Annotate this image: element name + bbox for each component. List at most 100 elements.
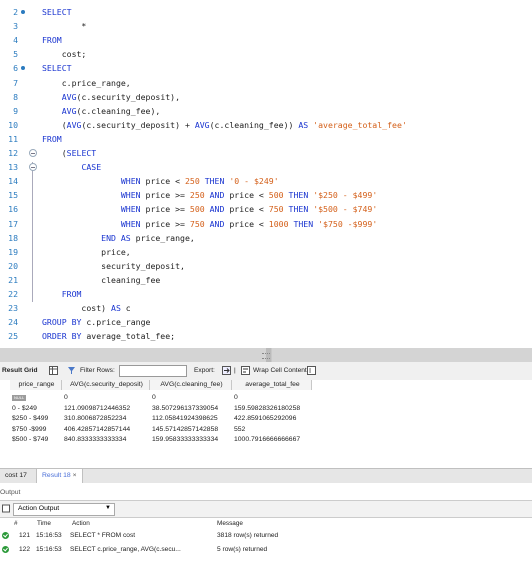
code-line[interactable]: 13 CASE: [0, 160, 532, 174]
row-selector[interactable]: [0, 425, 10, 435]
code-text: (AVG(c.security_deposit) + AVG(c.cleanin…: [42, 119, 407, 130]
line-number: 7: [13, 77, 18, 88]
svg-text:I: I: [309, 367, 311, 375]
table-cell[interactable]: 0 - $249: [10, 404, 62, 414]
sql-editor[interactable]: 2 SELECT 3 * 4 FROM 5 cost; 6 SELECT 7 c.price_r…: [0, 0, 532, 348]
table-row[interactable]: 0 - $249 121.09098712446352 38.50729613733…: [0, 404, 532, 414]
code-text: cost;: [42, 49, 87, 60]
code-line[interactable]: 10 (AVG(c.security_deposit) + AVG(c.clea…: [0, 118, 532, 132]
code-text: SELECT: [42, 7, 72, 17]
tab-label: cost 17: [5, 472, 27, 479]
table-cell[interactable]: 145.57142857142858: [150, 425, 232, 435]
code-line[interactable]: 12 (SELECT: [0, 146, 532, 160]
column-header[interactable]: AVG(c.cleaning_fee): [150, 380, 232, 390]
null-badge: NULL: [12, 395, 27, 401]
row-selector[interactable]: [0, 393, 10, 403]
table-cell[interactable]: 422.8591065292096: [232, 414, 312, 424]
code-line[interactable]: 5 cost;: [0, 47, 532, 61]
result-grid-label[interactable]: Result Grid: [2, 367, 38, 374]
table-cell[interactable]: 552: [232, 425, 312, 435]
code-line[interactable]: 7 c.price_range,: [0, 76, 532, 90]
table-cell[interactable]: 840.8333333333334: [62, 435, 150, 445]
output-row[interactable]: 121 15:16:53 SELECT * FROM cost 3818 row(s)…: [0, 530, 532, 543]
code-text: (SELECT: [42, 148, 97, 158]
table-cell[interactable]: 0: [150, 393, 232, 403]
table-cell[interactable]: 159.59828326180258: [232, 404, 312, 414]
table-cell[interactable]: 38.507296137339054: [150, 404, 232, 414]
wrap-toggle-icon[interactable]: I: [307, 366, 316, 375]
table-row[interactable]: $500 - $749 840.8333333333334 159.95833333…: [0, 435, 532, 445]
tab-label: Result 18: [42, 472, 71, 479]
code-line[interactable]: 25 ORDER BY average_total_fee;: [0, 329, 532, 343]
code-line[interactable]: 3 *: [0, 19, 532, 33]
row-selector[interactable]: [0, 404, 10, 414]
code-line[interactable]: 19 price,: [0, 245, 532, 259]
grid-icon[interactable]: [49, 366, 58, 375]
table-cell[interactable]: NULL: [10, 393, 62, 403]
wrap-cell-label: Wrap Cell Content:: [253, 367, 309, 374]
code-line[interactable]: 20 security_deposit,: [0, 259, 532, 273]
code-line[interactable]: 14 WHEN price < 250 THEN '0 - $249': [0, 174, 532, 188]
output-type-select[interactable]: Action Output ▼: [13, 503, 115, 516]
table-cell[interactable]: $250 - $499: [10, 414, 62, 424]
code-text: WHEN price >= 500 AND price < 750 THEN '…: [120, 204, 378, 215]
code-text: FROM: [42, 133, 62, 144]
code-line[interactable]: 17 WHEN price >= 750 AND price < 1000 TH…: [0, 217, 532, 231]
filter-rows-input[interactable]: [119, 365, 187, 377]
export-icon[interactable]: [222, 366, 231, 375]
code-line[interactable]: 21 cleaning_fee: [0, 273, 532, 287]
code-line[interactable]: 6 SELECT: [0, 61, 532, 75]
output-num: 121: [19, 532, 31, 539]
line-number: 11: [8, 133, 18, 144]
line-number: 14: [8, 176, 18, 187]
table-cell[interactable]: 406.42857142857144: [62, 425, 150, 435]
code-line[interactable]: 15 WHEN price >= 250 AND price < 500 THE…: [0, 188, 532, 202]
row-selector[interactable]: [0, 414, 10, 424]
code-text: WHEN price >= 250 AND price < 500 THEN '…: [120, 190, 378, 201]
line-number: 3: [13, 21, 18, 32]
code-text: AVG(c.security_deposit),: [61, 91, 181, 102]
code-line[interactable]: 4 FROM: [0, 33, 532, 47]
code-line[interactable]: 16 WHEN price >= 500 AND price < 750 THE…: [0, 202, 532, 216]
table-cell[interactable]: $750 -$999: [10, 425, 62, 435]
table-row[interactable]: $750 -$999 406.42857142857144 145.57142857…: [0, 425, 532, 435]
code-line[interactable]: 22 FROM: [0, 287, 532, 301]
code-line[interactable]: 18 END AS price_range,: [0, 231, 532, 245]
column-header[interactable]: price_range: [10, 380, 62, 390]
result-grid[interactable]: price_range AVG(c.security_deposit) AVG(…: [0, 380, 532, 468]
table-cell[interactable]: $500 - $749: [10, 435, 62, 445]
table-cell[interactable]: 0: [62, 393, 150, 403]
code-line[interactable]: 23 cost) AS c: [0, 301, 532, 315]
table-cell[interactable]: 1000.7916666666667: [232, 435, 312, 445]
table-cell[interactable]: 159.95833333333334: [150, 435, 232, 445]
output-time: 15:16:53: [36, 546, 62, 553]
line-number: 4: [13, 35, 18, 46]
code-line[interactable]: 9 AVG(c.cleaning_fee),: [0, 104, 532, 118]
row-selector[interactable]: [0, 435, 10, 445]
table-row[interactable]: $250 - $499 310.8006872852234 112.05841924…: [0, 414, 532, 424]
tab-cost-17[interactable]: cost 17: [0, 469, 32, 483]
code-line[interactable]: 24 GROUP BY c.price_range: [0, 315, 532, 329]
code-line[interactable]: 11 FROM: [0, 132, 532, 146]
table-cell[interactable]: 310.8006872852234: [62, 414, 150, 424]
table-cell[interactable]: 112.05841924398625: [150, 414, 232, 424]
table-cell[interactable]: 121.09098712446352: [62, 404, 150, 414]
close-icon[interactable]: ×: [73, 472, 77, 479]
line-number: 9: [13, 105, 18, 116]
tab-result-18[interactable]: Result 18 ×: [36, 469, 83, 483]
code-text: END AS price_range,: [101, 232, 195, 243]
output-row[interactable]: 122 15:16:53 SELECT c.price_range, AVG(c.s…: [0, 544, 532, 557]
output-toolbar: Action Output ▼: [0, 500, 532, 518]
filter-icon[interactable]: [67, 366, 76, 375]
code-line[interactable]: 2 SELECT: [0, 5, 532, 19]
code-line[interactable]: 8 AVG(c.security_deposit),: [0, 90, 532, 104]
output-panel-icon: [2, 504, 10, 513]
table-cell[interactable]: 0: [232, 393, 312, 403]
fold-toggle-icon[interactable]: [29, 149, 37, 157]
table-row[interactable]: NULL 0 0 0: [0, 393, 532, 403]
fold-toggle-icon[interactable]: [29, 163, 37, 172]
column-header[interactable]: average_total_fee: [232, 380, 312, 390]
wrap-cell-icon[interactable]: [241, 366, 250, 375]
pane-splitter[interactable]: [0, 348, 532, 362]
column-header[interactable]: AVG(c.security_deposit): [62, 380, 150, 390]
